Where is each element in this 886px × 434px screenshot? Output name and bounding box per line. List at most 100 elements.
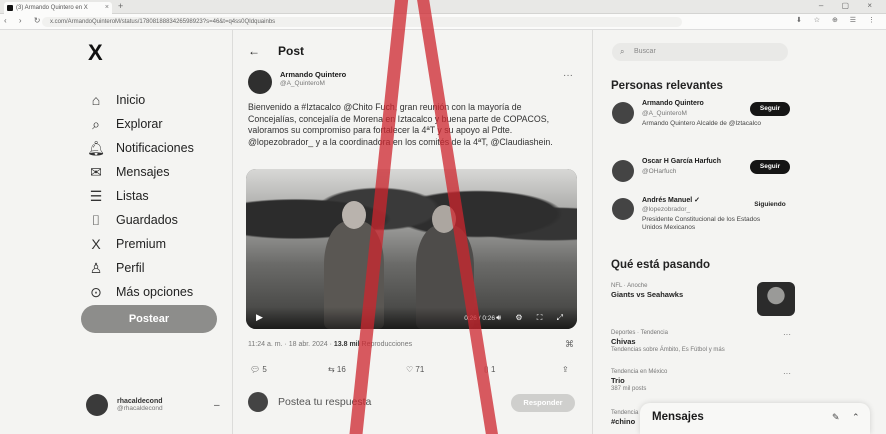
- expand-icon[interactable]: ⌃: [852, 412, 860, 423]
- back-arrow-icon[interactable]: ←: [248, 44, 260, 58]
- repost-button[interactable]: ⇆ 16: [328, 365, 346, 374]
- trend-thumbnail[interactable]: [757, 282, 795, 316]
- post-header: ← Post: [248, 44, 304, 58]
- column-divider: [592, 30, 593, 434]
- post-actions: 💬︎ 5 ⇆ 16 ♡ 71 ⌷ 1 ⇪: [248, 365, 574, 377]
- person-name[interactable]: Andrés Manuel ✓: [642, 196, 700, 204]
- person-bio: Armando Quintero Alcalde de @Iztacalco: [642, 120, 761, 127]
- close-tab-icon[interactable]: ×: [105, 2, 109, 14]
- sidebar-item-label: Inicio: [116, 93, 146, 107]
- post-author[interactable]: Armando Quintero @A_QuinteroM: [248, 70, 346, 94]
- x-favicon-icon: [7, 5, 13, 11]
- relevant-person[interactable]: Armando Quintero @A_QuinteroM Armando Qu…: [612, 100, 792, 150]
- following-button[interactable]: Siguiendo: [750, 198, 790, 212]
- window-controls[interactable]: – ▢ ×: [819, 1, 880, 10]
- browser-tab-bar: (3) Armando Quintero en X × + – ▢ ×: [0, 0, 886, 14]
- sidebar-item-perfil[interactable]: ♙ Perfil: [86, 256, 194, 280]
- sidebar-item-guardados[interactable]: ⌷ Guardados: [86, 208, 194, 232]
- sidebar-item-inicio[interactable]: ⌂ Inicio: [86, 88, 194, 112]
- trend-title: #chino: [611, 417, 636, 426]
- search-placeholder: Buscar: [634, 48, 656, 55]
- sidebar-item-premium[interactable]: X Premium: [86, 232, 194, 256]
- trend-item[interactable]: Deportes · Tendencia Chivas Tendencias s…: [611, 330, 791, 353]
- person-handle: @OHarfuch: [642, 168, 677, 175]
- video-person-left-head: [342, 201, 366, 229]
- url-field[interactable]: x.com/ArmandoQuinteroM/status/1780818883…: [42, 17, 682, 27]
- post-views-count: 13.8 mil: [333, 341, 360, 348]
- sidebar-item-label: Notificaciones: [116, 141, 194, 155]
- trend-title: Chivas: [611, 337, 636, 346]
- share-button[interactable]: ⇪: [562, 365, 569, 374]
- avatar[interactable]: [612, 160, 634, 182]
- avatar: [248, 392, 268, 412]
- avatar[interactable]: [612, 198, 634, 220]
- play-icon[interactable]: ▶: [256, 312, 263, 323]
- sidebar-item-label: Mensajes: [116, 165, 170, 179]
- bell-icon: 🔔︎: [87, 139, 105, 156]
- trend-item[interactable]: Tendencia en México Trio 387 mil posts ·…: [611, 369, 791, 392]
- trend-more-icon[interactable]: ···: [783, 369, 791, 378]
- home-icon: ⌂: [91, 92, 101, 108]
- person-name[interactable]: Oscar H García Harfuch: [642, 158, 721, 165]
- column-divider: [232, 30, 233, 434]
- tab-title: (3) Armando Quintero en X: [16, 5, 88, 11]
- follow-button[interactable]: Seguir: [750, 160, 790, 174]
- account-name: rhacaldecond: [117, 398, 163, 405]
- trend-category: Tendencia en México: [611, 369, 668, 375]
- author-name[interactable]: Armando Quintero: [280, 70, 346, 79]
- person-name[interactable]: Armando Quintero: [642, 100, 704, 107]
- sidebar-item-mas-opciones[interactable]: ⊙ Más opciones: [86, 280, 194, 304]
- sidebar-item-label: Más opciones: [116, 285, 194, 299]
- video-controls: ▶ 0:26 / 0:26 🔊︎ ⚙ ⛶ ⤢: [246, 307, 577, 329]
- new-message-icon[interactable]: ✎: [832, 412, 840, 423]
- post-more-icon[interactable]: ···: [563, 70, 573, 81]
- sidebar-item-label: Premium: [116, 237, 167, 251]
- person-handle: @lopezobrador_: [642, 206, 691, 213]
- trend-item[interactable]: Tendencia #chino: [611, 410, 641, 426]
- x-logo-icon: X: [91, 236, 101, 252]
- account-switcher[interactable]: rhacaldecond @rhacaldecond –: [86, 394, 220, 416]
- post-meta: 11:24 a. m. · 18 abr. 2024 · 13.8 mil Re…: [248, 341, 412, 348]
- relevant-person[interactable]: Oscar H García Harfuch @OHarfuch Seguir: [612, 158, 792, 188]
- video-control-icons[interactable]: 🔊︎ ⚙ ⛶ ⤢: [496, 313, 569, 323]
- browser-extension-icons[interactable]: ⬇ ☆ ⊕ ☰ ⋮: [796, 16, 880, 24]
- reply-button[interactable]: 💬︎ 5: [250, 365, 267, 374]
- search-icon: ⌕: [92, 115, 100, 132]
- sidebar-item-mensajes[interactable]: ✉ Mensajes: [86, 160, 194, 184]
- browser-tab[interactable]: (3) Armando Quintero en X ×: [4, 2, 112, 14]
- author-handle[interactable]: @A_QuinteroM: [280, 80, 346, 87]
- x-logo-icon[interactable]: X: [88, 40, 103, 66]
- account-more-icon[interactable]: –: [214, 400, 220, 411]
- analytics-icon[interactable]: ⌘: [565, 339, 574, 350]
- trend-title: Trio: [611, 376, 625, 385]
- new-tab-icon[interactable]: +: [118, 1, 123, 11]
- trend-subtitle: Tendencias sobre Ámbito, Es Fútbol y más: [611, 347, 725, 353]
- envelope-icon: ✉: [90, 163, 102, 180]
- sidebar-item-notificaciones[interactable]: 🔔︎ Notificaciones: [86, 136, 194, 160]
- sidebar-item-label: Listas: [116, 189, 149, 203]
- post-button[interactable]: Postear: [81, 305, 217, 333]
- sidebar-nav: ⌂ Inicio ⌕ Explorar 🔔︎ Notificaciones ✉ Mens…: [86, 88, 194, 304]
- person-icon: ♙: [89, 259, 103, 276]
- like-button[interactable]: ♡ 71: [406, 365, 424, 374]
- sidebar-item-listas[interactable]: ☰ Listas: [86, 184, 194, 208]
- trend-more-icon[interactable]: ···: [783, 330, 791, 339]
- messages-drawer[interactable]: Mensajes ✎ ⌃: [640, 403, 870, 434]
- reply-submit-button[interactable]: Responder: [511, 394, 575, 412]
- more-circle-icon: ⊙: [90, 283, 102, 300]
- search-input[interactable]: ⌕ Buscar: [612, 43, 788, 61]
- avatar: [86, 394, 108, 416]
- trend-category: Tendencia: [611, 410, 639, 416]
- post-video[interactable]: ▶ 0:26 / 0:26 🔊︎ ⚙ ⛶ ⤢: [246, 169, 577, 329]
- sidebar-item-explorar[interactable]: ⌕ Explorar: [86, 112, 194, 136]
- trend-category: Deportes · Tendencia: [611, 330, 668, 336]
- person-bio: Presidente Constitucional de los Estados…: [642, 216, 761, 231]
- post-timestamp[interactable]: 11:24 a. m. · 18 abr. 2024 ·: [248, 341, 334, 348]
- relevant-person[interactable]: Andrés Manuel ✓ @lopezobrador_ President…: [612, 196, 792, 242]
- follow-button[interactable]: Seguir: [750, 102, 790, 116]
- relevant-people-title: Personas relevantes: [611, 80, 723, 92]
- avatar[interactable]: [248, 70, 272, 94]
- avatar[interactable]: [612, 102, 634, 124]
- address-bar: ‹ › ↻ ⌂ x.com/ArmandoQuinteroM/status/17…: [0, 14, 886, 30]
- trends-title: Qué está pasando: [611, 259, 711, 271]
